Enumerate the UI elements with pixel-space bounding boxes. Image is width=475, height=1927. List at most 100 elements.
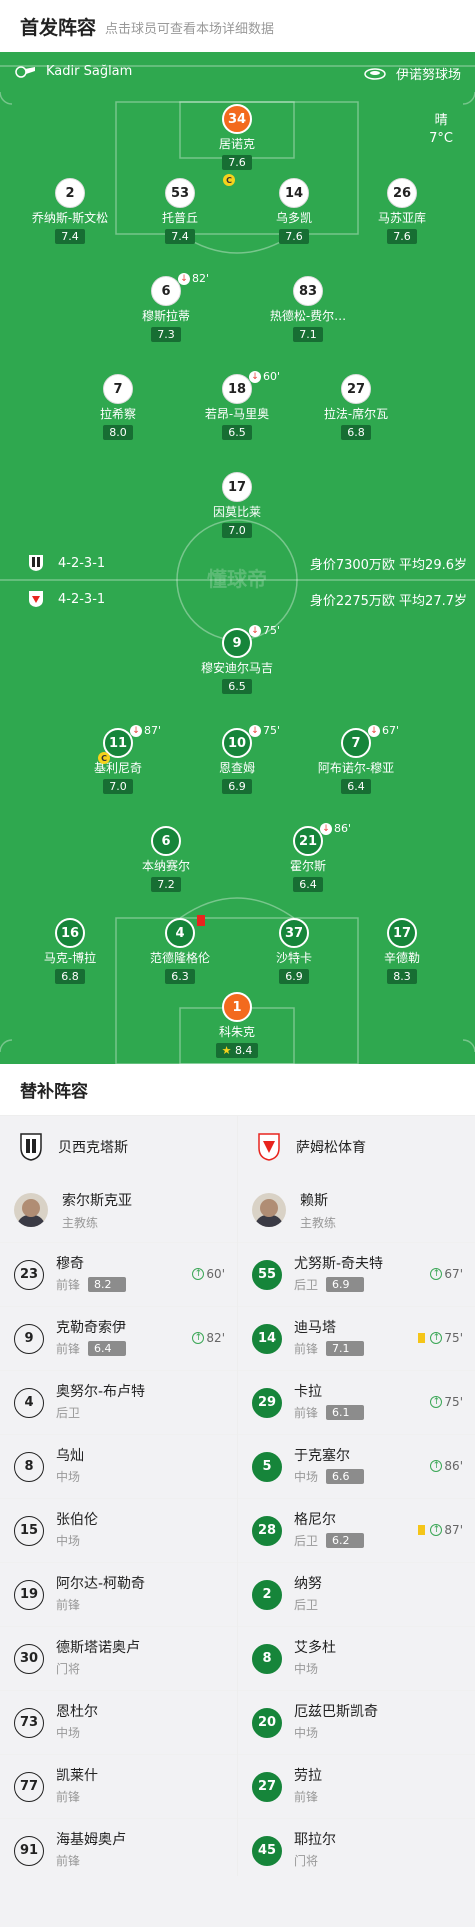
bench-player[interactable]: 2 纳努 后卫 [238, 1562, 475, 1626]
player-card[interactable]: 27 拉法-席尔瓦 6.8 [296, 374, 416, 440]
home-bench: 贝西克塔斯 索尔斯克亚 主教练 23 穆奇 前锋 8.2 ↑ 60' 9 克勒奇索伊 前锋… [0, 1116, 237, 1882]
player-card[interactable]: 37 沙特卡 6.9 [234, 918, 354, 984]
player-number: 28 [252, 1515, 282, 1546]
player-number: 9 [222, 628, 252, 658]
away-team-header[interactable]: 萨姆松体育 [238, 1116, 475, 1178]
player-card[interactable]: 53 托普丘 7.4 [120, 178, 240, 244]
away-squad-value: 身价2275万欧 平均27.7岁 [309, 593, 467, 609]
player-card[interactable]: 11 C ↓ 87' 基利尼奇 7.0 [58, 724, 178, 794]
sub-off-marker: ↓ 87' [130, 724, 161, 737]
player-name: 穆奇 [56, 1256, 84, 1272]
sub-off-icon: ↓ [249, 370, 261, 383]
bench-player[interactable]: 4 奥努尔-布卢特 后卫 [0, 1370, 237, 1434]
bench-player[interactable]: 73 恩杜尔 中场 [0, 1690, 237, 1754]
sub-in-icon: ↑ [430, 1396, 443, 1408]
bench-player[interactable]: 8 艾多杜 中场 [238, 1626, 475, 1690]
player-position: 中场 [56, 1534, 81, 1548]
player-position: 前锋 [56, 1854, 81, 1868]
home-coach[interactable]: 索尔斯克亚 主教练 [0, 1178, 237, 1242]
coach-role: 主教练 [62, 1215, 99, 1230]
player-card[interactable]: 4 范德隆格伦 6.3 [120, 915, 240, 984]
sub-in-icon: ↑ [430, 1460, 443, 1472]
player-position: 后卫 [56, 1406, 81, 1420]
player-position: 中场 [294, 1662, 319, 1676]
player-name: 耶拉尔 [294, 1832, 336, 1848]
bench-player[interactable]: 77 凯莱什 前锋 [0, 1754, 237, 1818]
bench-player[interactable]: 91 海基姆奥卢 前锋 [0, 1818, 237, 1882]
bench-player[interactable]: 29 卡拉 前锋 6.1 ↑ 75' [238, 1370, 475, 1434]
sub-off-marker: ↓ 67' [368, 724, 399, 737]
away-coach[interactable]: 赖斯 主教练 [238, 1178, 475, 1242]
player-rating: 7.0 [103, 779, 133, 794]
player-name: 范德隆格伦 [149, 951, 210, 965]
player-name: 克勒奇索伊 [56, 1320, 126, 1336]
player-card[interactable]: 16 马克-博拉 6.8 [10, 918, 130, 984]
besiktas-logo-icon [20, 1133, 42, 1161]
home-team-name: 贝西克塔斯 [58, 1140, 128, 1156]
player-position: 后卫 [294, 1278, 319, 1292]
player-number: 4 [165, 918, 195, 948]
bench-player[interactable]: 23 穆奇 前锋 8.2 ↑ 60' [0, 1242, 237, 1306]
bench-player[interactable]: 30 德斯塔诺奥卢 门将 [0, 1626, 237, 1690]
player-rating: 7.6 [279, 229, 309, 244]
player-name: 马克-博拉 [43, 951, 97, 965]
player-card[interactable]: 14 乌多凯 7.6 [234, 178, 354, 244]
avatar [14, 1193, 48, 1227]
bench-player[interactable]: 20 厄兹巴斯凯奇 中场 [238, 1690, 475, 1754]
temperature: 7°C [429, 131, 453, 146]
player-card[interactable]: 6 本纳赛尔 7.2 [106, 826, 226, 892]
player-card[interactable]: 9 ↓ 75' 穆安迪尔马吉 6.5 [177, 624, 297, 694]
player-name: 卡拉 [294, 1384, 322, 1400]
player-card[interactable]: 7 拉希察 8.0 [58, 374, 178, 440]
player-number: 19 [14, 1579, 44, 1610]
bench-player[interactable]: 8 乌灿 中场 [0, 1434, 237, 1498]
bench-player[interactable]: 14 迪马塔 前锋 7.1 ↑ 75' [238, 1306, 475, 1370]
player-position: 中场 [56, 1726, 81, 1740]
bench-player[interactable]: 19 阿尔达-柯勒奇 前锋 [0, 1562, 237, 1626]
player-rating: 7.1 [326, 1341, 365, 1356]
player-position: 前锋 [294, 1406, 319, 1420]
player-card[interactable]: 1 科朱克 ★ 8.4 [177, 992, 297, 1058]
player-card[interactable]: 83 热德松-费尔… 7.1 [248, 276, 368, 342]
bench-player[interactable]: 27 劳拉 前锋 [238, 1754, 475, 1818]
home-team-header[interactable]: 贝西克塔斯 [0, 1116, 237, 1178]
player-card[interactable]: 10 ↓ 75' 恩查姆 6.9 [177, 724, 297, 794]
player-name: 于克塞尔 [294, 1448, 350, 1464]
sub-in-marker: ↑ 87' [418, 1523, 463, 1537]
player-card[interactable]: 17 因莫比莱 7.0 [177, 472, 297, 538]
bench-player[interactable]: 9 克勒奇索伊 前锋 6.4 ↑ 82' [0, 1306, 237, 1370]
bench-player[interactable]: 15 张伯伦 中场 [0, 1498, 237, 1562]
player-name: 阿布诺尔-穆亚 [317, 761, 395, 775]
bench-player[interactable]: 45 耶拉尔 门将 [238, 1818, 475, 1882]
player-rating: 8.2 [88, 1277, 127, 1292]
player-card[interactable]: 6 ↓ 82' 穆斯拉蒂 7.3 [106, 272, 226, 342]
bench-player[interactable]: 55 尤努斯-奇夫特 后卫 6.9 ↑ 67' [238, 1242, 475, 1306]
sub-off-icon: ↓ [368, 724, 380, 737]
home-formation-row: 4-2-3-1 身价7300万欧 平均29.6岁 [0, 548, 475, 578]
player-card[interactable]: 2 乔纳斯-斯文松 7.4 [10, 178, 130, 244]
player-card[interactable]: 34 C 居诺克 7.6 [177, 104, 297, 186]
referee: Kadir Sağlam [14, 64, 132, 79]
besiktas-logo-icon [29, 555, 43, 571]
away-formation-row: 4-2-3-1 身价2275万欧 平均27.7岁 [0, 584, 475, 614]
player-number: 27 [341, 374, 371, 404]
player-rating: 7.2 [151, 877, 181, 892]
player-name: 凯莱什 [56, 1768, 98, 1784]
coach-name: 赖斯 [300, 1192, 328, 1209]
sub-in-icon: ↑ [430, 1332, 443, 1344]
player-card[interactable]: 17 辛德勒 8.3 [342, 918, 462, 984]
bench-player[interactable]: 5 于克塞尔 中场 6.6 ↑ 86' [238, 1434, 475, 1498]
bench-player[interactable]: 28 格尼尔 后卫 6.2 ↑ 87' [238, 1498, 475, 1562]
yellow-card-icon [418, 1525, 426, 1535]
player-rating: 6.9 [222, 779, 252, 794]
player-position: 门将 [56, 1662, 81, 1676]
player-rating: 6.6 [326, 1469, 365, 1484]
player-card[interactable]: 18 ↓ 60' 若昂-马里奥 6.5 [177, 370, 297, 440]
player-rating: 7.4 [55, 229, 85, 244]
player-card[interactable]: 21 ↓ 86' 霍尔斯 6.4 [248, 822, 368, 892]
player-card[interactable]: 26 马苏亚库 7.6 [342, 178, 462, 244]
player-name: 若昂-马里奥 [204, 407, 270, 421]
sub-in-marker: ↑ 67' [430, 1267, 463, 1281]
player-card[interactable]: 7 ↓ 67' 阿布诺尔-穆亚 6.4 [296, 724, 416, 794]
sub-off-marker: ↓ 75' [249, 724, 280, 737]
